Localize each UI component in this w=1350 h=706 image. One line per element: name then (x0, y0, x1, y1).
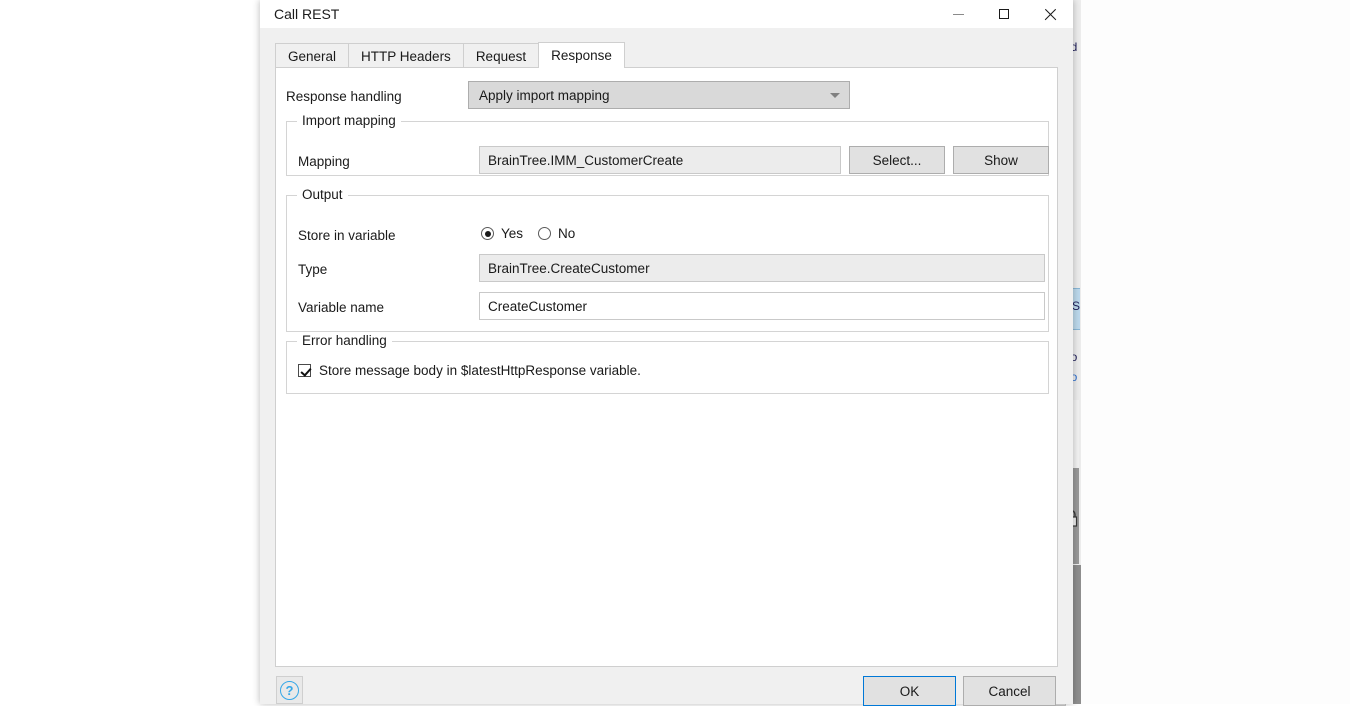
radio-yes-indicator (481, 227, 494, 240)
store-in-variable-radio-no[interactable]: No (538, 226, 575, 241)
type-label: Type (298, 262, 327, 277)
dialog-title: Call REST (274, 6, 339, 22)
response-handling-select[interactable]: Apply import mapping (468, 81, 850, 109)
mapping-field[interactable]: BrainTree.IMM_CustomerCreate (479, 146, 841, 174)
radio-no-indicator (538, 227, 551, 240)
checkbox-indicator (298, 364, 311, 377)
select-mapping-button[interactable]: Select... (849, 146, 945, 174)
store-message-body-checkbox[interactable]: Store message body in $latestHttpRespons… (298, 363, 641, 378)
output-group-title: Output (297, 187, 348, 202)
call-rest-dialog: Call REST General HTTP Headers Request R… (260, 0, 1073, 704)
store-in-variable-label: Store in variable (298, 228, 396, 243)
window-controls (935, 0, 1073, 28)
cancel-button[interactable]: Cancel (963, 676, 1056, 706)
response-handling-value: Apply import mapping (469, 88, 821, 103)
variable-name-label: Variable name (298, 300, 384, 315)
dialog-footer: ? OK Cancel (260, 669, 1073, 704)
dialog-titlebar[interactable]: Call REST (260, 0, 1073, 28)
ok-button[interactable]: OK (863, 676, 956, 706)
tab-general[interactable]: General (275, 43, 349, 68)
radio-yes-label: Yes (501, 226, 523, 241)
tab-request[interactable]: Request (463, 43, 539, 68)
help-icon: ? (280, 681, 299, 700)
minimize-button[interactable] (935, 0, 981, 28)
type-field: BrainTree.CreateCustomer (479, 254, 1045, 282)
help-button[interactable]: ? (276, 676, 303, 704)
minimize-icon (953, 14, 964, 15)
close-button[interactable] (1027, 0, 1073, 28)
import-mapping-group-title: Import mapping (297, 113, 401, 128)
response-tab-panel: Response handling Apply import mapping I… (275, 67, 1058, 667)
maximize-button[interactable] (981, 0, 1027, 28)
maximize-icon (999, 9, 1009, 19)
tab-response[interactable]: Response (538, 42, 625, 68)
variable-name-input[interactable]: CreateCustomer (479, 292, 1045, 320)
tabstrip: General HTTP Headers Request Response (275, 42, 624, 68)
mapping-label: Mapping (298, 154, 350, 169)
store-in-variable-radio-yes[interactable]: Yes (481, 226, 523, 241)
show-mapping-button[interactable]: Show (953, 146, 1049, 174)
store-message-body-label: Store message body in $latestHttpRespons… (319, 363, 641, 378)
error-handling-group-title: Error handling (297, 333, 392, 348)
radio-no-label: No (558, 226, 575, 241)
background-panel (1040, 0, 1350, 704)
background-right-band (1072, 565, 1081, 704)
tab-http-headers[interactable]: HTTP Headers (348, 43, 464, 68)
close-icon (1044, 8, 1056, 20)
chevron-down-icon (821, 93, 849, 98)
response-handling-label: Response handling (286, 89, 402, 104)
